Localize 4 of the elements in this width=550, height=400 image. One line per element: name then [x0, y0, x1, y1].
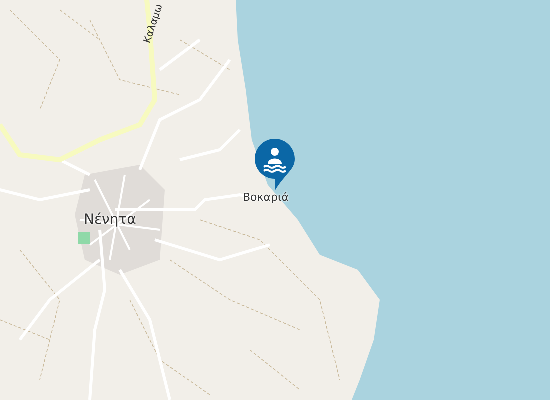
- swimmer-pin-icon[interactable]: [255, 139, 295, 191]
- place-label: Βοκαριά: [243, 192, 289, 203]
- park: [78, 232, 90, 244]
- place-label: Νένητα: [84, 213, 136, 227]
